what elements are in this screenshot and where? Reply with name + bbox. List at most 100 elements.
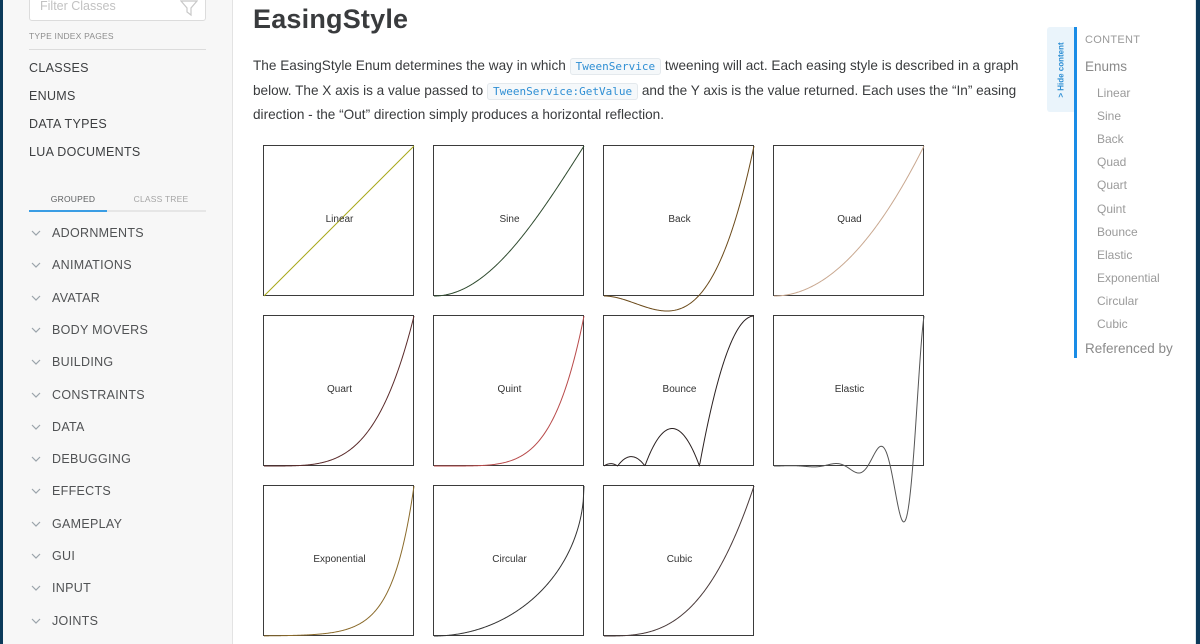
sidebar-group-label: ANIMATIONS (52, 258, 132, 273)
graph-label: Cubic (666, 554, 693, 565)
graph-label: Sine (499, 214, 520, 225)
filter-classes-field[interactable] (29, 0, 206, 21)
toc-item-sine[interactable]: Sine (1097, 109, 1121, 123)
chevron-down-icon (31, 262, 41, 269)
sidebar-group-label: AVATAR (52, 290, 101, 305)
toc-item-quart[interactable]: Quart (1097, 178, 1127, 192)
chevron-down-icon (31, 553, 41, 559)
type-index-pages-heading: TYPE INDEX PAGES (29, 31, 114, 41)
sidebar: TYPE INDEX PAGES CLASSES ENUMS DATA TYPE… (3, 0, 233, 644)
graph-label: Exponential (313, 554, 366, 565)
sidebar-group-label: INPUT (52, 581, 91, 596)
sidebar-group-input[interactable]: INPUT (29, 578, 91, 598)
link-data-types[interactable]: DATA TYPES (29, 117, 107, 131)
chevron-down-icon (31, 230, 41, 236)
tweenservice-link[interactable]: TweenService (569, 58, 662, 75)
sidebar-group-label: EFFECTS (52, 484, 112, 499)
chevron-down-icon (31, 488, 41, 495)
hide-content-button[interactable]: > Hide content (1047, 27, 1075, 112)
sidebar-group-joints[interactable]: JOINTS (29, 611, 98, 631)
toc-item-circular[interactable]: Circular (1097, 294, 1138, 308)
toc-item-cubic[interactable]: Cubic (1097, 317, 1128, 331)
chevron-down-icon (31, 585, 41, 592)
sidebar-group-label: CONSTRAINTS (52, 387, 145, 402)
chevron-down-icon (31, 359, 41, 366)
sidebar-group-label: ADORNMENTS (52, 226, 144, 240)
sidebar-group-label: DEBUGGING (52, 452, 132, 467)
sidebar-group-body-movers[interactable]: BODY MOVERS (29, 320, 148, 340)
tab-class-tree[interactable]: CLASS TREE (117, 194, 205, 210)
sidebar-group-debugging[interactable]: DEBUGGING (29, 449, 131, 469)
sidebar-group-gameplay[interactable]: GAMEPLAY (29, 514, 122, 534)
sidebar-group-effects[interactable]: EFFECTS (29, 481, 111, 501)
toc-enums[interactable]: Enums (1085, 59, 1127, 74)
easing-graph-elastic: Elastic (773, 315, 925, 523)
sidebar-group-label: BODY MOVERS (52, 322, 149, 337)
chevron-down-icon (31, 327, 41, 333)
easing-graph-sine: Sine (433, 145, 585, 297)
hide-content-label: > Hide content (1056, 41, 1066, 98)
graph-label: Quart (326, 384, 352, 395)
toc-indicator-bar (1074, 27, 1077, 358)
toc-item-back[interactable]: Back (1097, 132, 1124, 146)
chevron-down-icon (31, 295, 41, 301)
sidebar-group-label: BUILDING (52, 355, 114, 370)
sidebar-group-animations[interactable]: ANIMATIONS (29, 255, 132, 275)
graph-label: Circular (492, 554, 527, 565)
sidebar-tabs: GROUPED CLASS TREE (29, 194, 206, 212)
tab-grouped[interactable]: GROUPED (29, 194, 117, 210)
toc-item-bounce[interactable]: Bounce (1097, 225, 1138, 239)
sidebar-group-adornments[interactable]: ADORNMENTS (29, 223, 144, 243)
chevron-down-icon (31, 521, 41, 527)
sidebar-group-avatar[interactable]: AVATAR (29, 288, 100, 308)
sidebar-group-label: GUI (52, 549, 76, 563)
graph-label: Quint (497, 384, 522, 395)
sidebar-group-gui[interactable]: GUI (29, 546, 75, 566)
window-right-border (1196, 0, 1200, 644)
chevron-down-icon (31, 392, 41, 398)
easing-graph-cubic: Cubic (603, 485, 755, 637)
description: The EasingStyle Enum determines the way … (253, 54, 1028, 127)
chevron-down-icon (31, 456, 41, 462)
link-classes[interactable]: CLASSES (29, 61, 89, 75)
filter-icon[interactable] (180, 0, 198, 17)
sidebar-group-label: GAMEPLAY (52, 516, 123, 531)
easing-curve (603, 145, 755, 312)
graph-label: Back (668, 214, 691, 225)
toc-item-linear[interactable]: Linear (1097, 86, 1130, 100)
chevron-down-icon (31, 618, 41, 624)
easing-graph-quad: Quad (773, 145, 925, 297)
active-tab-indicator (29, 210, 107, 212)
tweenservice-getvalue-link[interactable]: TweenService:GetValue (487, 82, 639, 100)
sidebar-group-constraints[interactable]: CONSTRAINTS (29, 385, 145, 405)
link-lua-documents[interactable]: LUA DOCUMENTS (29, 145, 141, 159)
toc-item-exponential[interactable]: Exponential (1097, 271, 1160, 285)
sidebar-group-label: DATA (52, 419, 85, 434)
link-enums[interactable]: ENUMS (29, 89, 76, 103)
graph-label: Linear (325, 214, 354, 225)
divider (29, 49, 206, 50)
toc-item-quad[interactable]: Quad (1097, 155, 1126, 169)
easing-graph-quart: Quart (263, 315, 415, 467)
easing-graph-circular: Circular (433, 485, 585, 637)
graph-label: Bounce (662, 384, 697, 395)
easing-graph-exponential: Exponential (263, 485, 415, 637)
sidebar-group-label: JOINTS (52, 613, 99, 628)
graph-label: Elastic (834, 384, 865, 395)
easing-graph-back: Back (603, 145, 755, 312)
easing-curve (773, 315, 925, 523)
easing-graph-linear: Linear (263, 145, 415, 297)
chevron-down-icon (31, 424, 41, 430)
easing-graph-bounce: Bounce (603, 315, 755, 467)
easing-graph-quint: Quint (433, 315, 585, 467)
sidebar-group-data[interactable]: DATA (29, 417, 85, 437)
desc-text: The EasingStyle Enum determines the way … (253, 58, 570, 73)
toc-referenced-by[interactable]: Referenced by (1085, 341, 1173, 356)
filter-classes-input[interactable] (40, 0, 180, 13)
page-title: EasingStyle (253, 4, 409, 34)
graph-label: Quad (837, 214, 862, 225)
toc-heading: CONTENT (1085, 34, 1141, 46)
toc-item-elastic[interactable]: Elastic (1097, 248, 1132, 262)
toc-item-quint[interactable]: Quint (1097, 202, 1126, 216)
sidebar-group-building[interactable]: BUILDING (29, 352, 113, 372)
